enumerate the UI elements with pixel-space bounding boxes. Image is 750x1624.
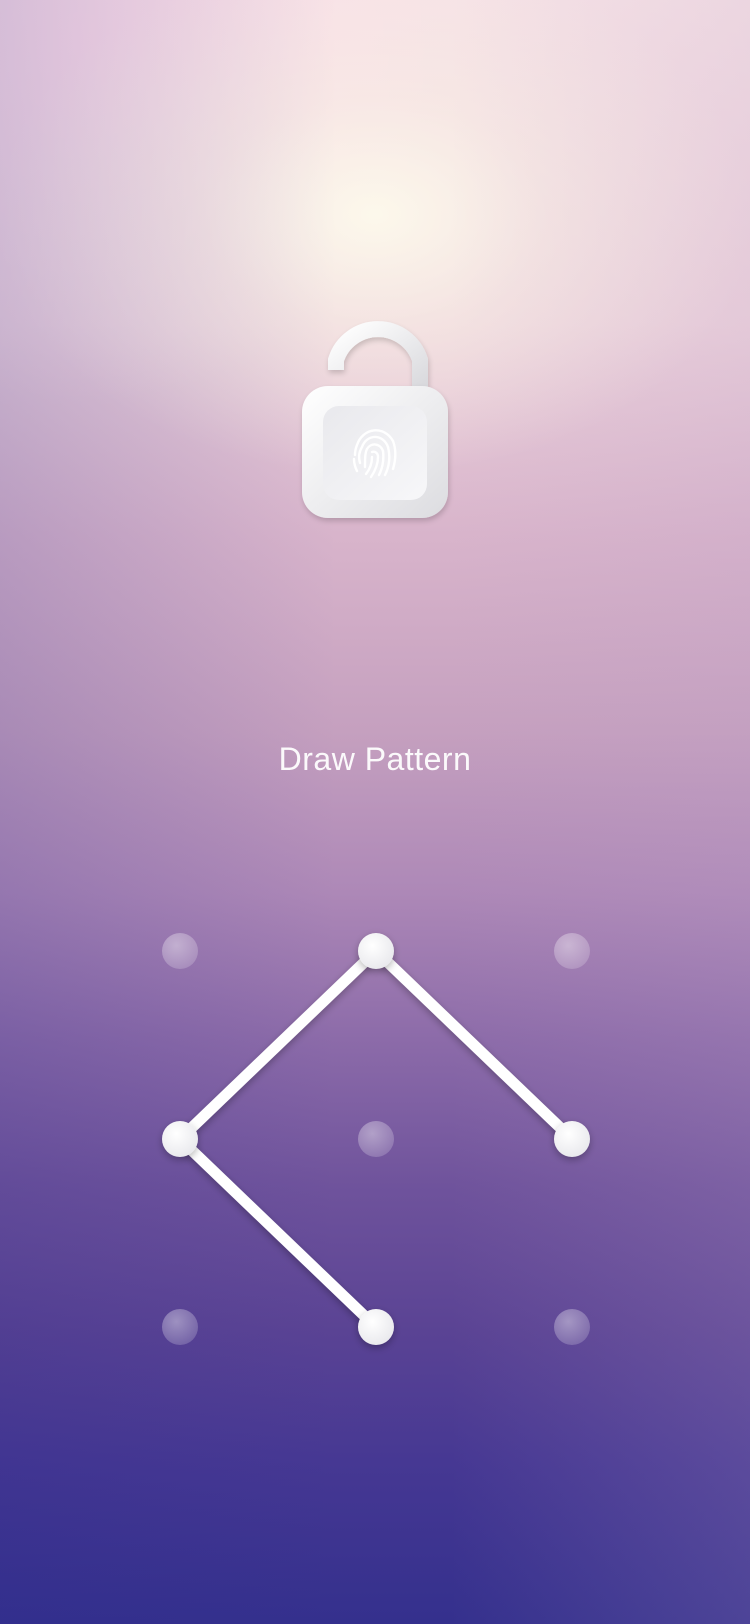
pattern-dot[interactable] (162, 933, 198, 969)
pattern-dot-selected[interactable] (554, 1121, 590, 1157)
pattern-dot-selected[interactable] (358, 1309, 394, 1345)
pattern-segment (174, 945, 382, 1145)
pattern-dot-selected[interactable] (162, 1121, 198, 1157)
pattern-dot[interactable] (162, 1309, 198, 1345)
pattern-dot[interactable] (554, 933, 590, 969)
pattern-segment (174, 1133, 382, 1333)
pattern-lock-grid[interactable] (0, 0, 750, 1624)
pattern-dot[interactable] (358, 1121, 394, 1157)
pattern-dots (162, 933, 590, 1345)
pattern-segment (370, 945, 578, 1145)
lock-screen: Draw Pattern (0, 0, 750, 1624)
pattern-dot[interactable] (554, 1309, 590, 1345)
pattern-dot-selected[interactable] (358, 933, 394, 969)
